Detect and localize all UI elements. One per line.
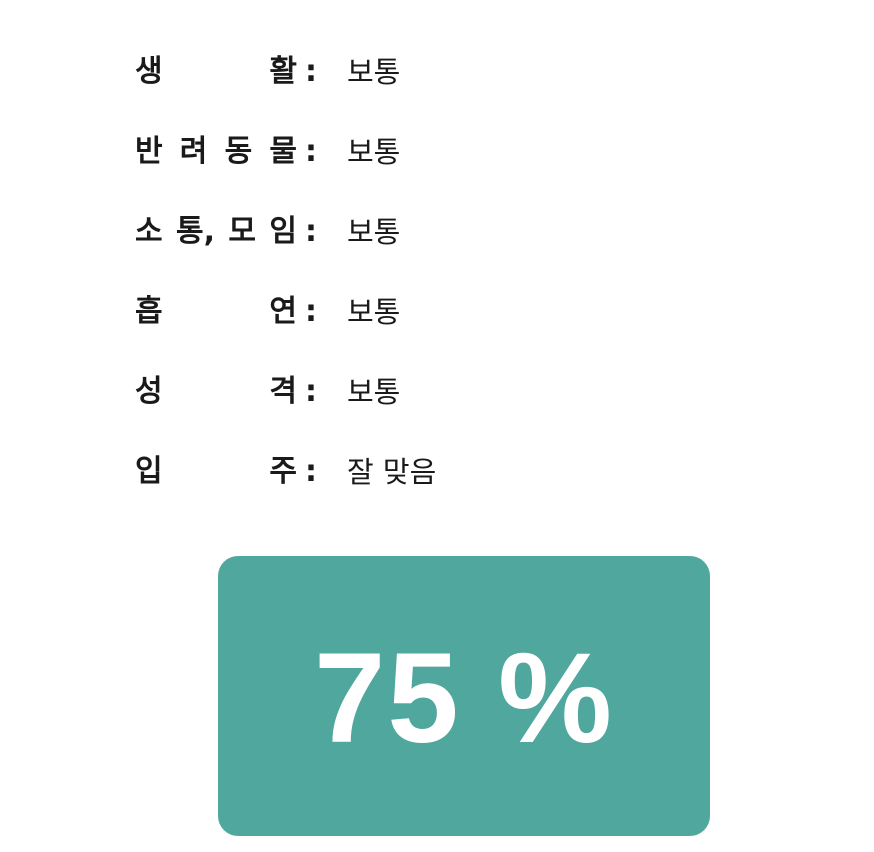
criteria-label-char: 활 xyxy=(269,54,297,89)
criteria-label: 입주 xyxy=(135,457,297,487)
match-percentage: 75 % xyxy=(314,627,614,770)
criteria-label: 성격 xyxy=(135,377,297,407)
criteria-separator: : xyxy=(305,214,317,249)
criteria-row: 성 격: 보통 xyxy=(135,352,755,432)
criteria-separator: : xyxy=(305,454,317,489)
criteria-label: 흡연 xyxy=(135,297,297,327)
criteria-label: 반려동물 xyxy=(135,137,297,167)
criteria-value: 보통 xyxy=(347,374,401,409)
criteria-separator: : xyxy=(305,54,317,89)
criteria-label-char: 임 xyxy=(269,214,297,249)
criteria-label-char: 통, xyxy=(176,214,215,249)
criteria-label: 생활 xyxy=(135,57,297,87)
compatibility-list: 생 활: 보통 반 려 동 물: 보통 소 통, 모 임: 보통 흡 연: 보통 성 격: 보통 입 주: 잘 맞음 xyxy=(135,32,755,512)
criteria-label-char: 생 xyxy=(135,54,163,89)
criteria-label-char: 성 xyxy=(135,374,163,409)
criteria-separator: : xyxy=(305,294,317,329)
criteria-value: 보통 xyxy=(347,134,401,169)
criteria-label: 소 통, 모 임 xyxy=(135,217,297,247)
criteria-label-char: 려 xyxy=(179,134,208,169)
criteria-row: 반 려 동 물: 보통 xyxy=(135,112,755,192)
criteria-label-char: 입 xyxy=(135,454,163,489)
match-score-card: 75 % xyxy=(218,556,710,836)
criteria-row: 소 통, 모 임: 보통 xyxy=(135,192,755,272)
criteria-row: 생 활: 보통 xyxy=(135,32,755,112)
criteria-row: 입주:잘 맞음 xyxy=(135,432,755,512)
criteria-label-char: 연 xyxy=(269,294,297,329)
criteria-label-char: 흡 xyxy=(135,294,163,329)
criteria-separator: : xyxy=(305,374,317,409)
criteria-label-char: 주 xyxy=(269,454,297,489)
criteria-label-char: 물 xyxy=(269,134,297,169)
criteria-label-char: 소 xyxy=(135,214,163,249)
criteria-label-char: 동 xyxy=(224,134,253,169)
criteria-label-char: 격 xyxy=(269,374,297,409)
criteria-value: 잘 맞음 xyxy=(347,454,437,489)
criteria-separator: : xyxy=(305,134,317,169)
criteria-value: 보통 xyxy=(347,54,401,89)
criteria-label-char: 모 xyxy=(228,214,256,249)
criteria-row: 흡 연: 보통 xyxy=(135,272,755,352)
criteria-label-char: 반 xyxy=(135,134,163,169)
criteria-value: 보통 xyxy=(347,294,401,329)
criteria-value: 보통 xyxy=(347,214,401,249)
